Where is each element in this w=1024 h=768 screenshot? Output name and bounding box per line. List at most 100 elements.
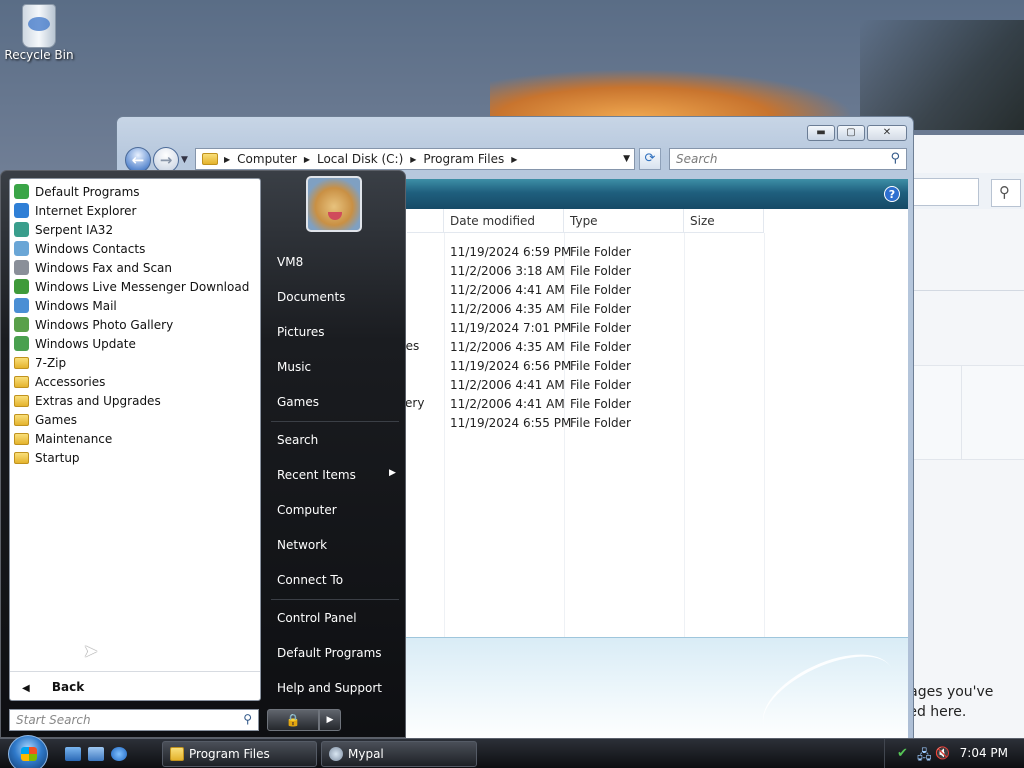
breadcrumb-local-disk[interactable]: Local Disk (C:)	[317, 152, 403, 166]
column-header-size[interactable]: Size	[684, 209, 764, 233]
program-item[interactable]: Windows Live Messenger Download	[14, 277, 249, 296]
program-label: Maintenance	[35, 431, 113, 446]
window-caption-buttons: ▬ ▢ ✕	[807, 125, 907, 141]
start-item-network[interactable]: Network	[277, 538, 327, 552]
recycle-bin-label: Recycle Bin	[4, 48, 74, 62]
program-label: Extras and Upgrades	[35, 393, 161, 408]
program-label: Games	[35, 412, 77, 427]
close-button[interactable]: ✕	[867, 125, 907, 141]
type-cell: File Folder	[570, 378, 631, 392]
refresh-icon[interactable]: ⟳	[639, 148, 661, 170]
start-search-input[interactable]: Start Search ⚲	[9, 709, 259, 731]
serpent-icon	[14, 222, 29, 237]
program-item[interactable]: Windows Photo Gallery	[14, 315, 173, 334]
program-item[interactable]: Accessories	[14, 372, 105, 391]
start-menu[interactable]: Default Programs Internet Explorer Serpent…	[0, 170, 406, 738]
shutdown-options-button[interactable]: ▶	[319, 709, 341, 731]
program-item[interactable]: Windows Contacts	[14, 239, 145, 258]
start-item-computer[interactable]: Computer	[277, 503, 337, 517]
back-button[interactable]: ◀ Back	[10, 671, 260, 701]
program-item[interactable]: 7-Zip	[14, 353, 66, 372]
date-modified-cell: 11/19/2024 6:56 PM	[450, 359, 572, 373]
start-item-games[interactable]: Games	[277, 395, 319, 409]
breadcrumb-separator-icon[interactable]: ▶	[304, 155, 310, 164]
start-item-help-support[interactable]: Help and Support	[277, 681, 382, 695]
program-item[interactable]: Serpent IA32	[14, 220, 113, 239]
switch-windows-icon[interactable]	[88, 747, 104, 761]
start-search-placeholder: Start Search	[16, 713, 91, 727]
user-avatar[interactable]	[306, 176, 362, 232]
windows-update-icon	[14, 336, 29, 351]
maximize-button[interactable]: ▢	[837, 125, 865, 141]
search-icon[interactable]: ⚲	[890, 151, 900, 166]
recycle-bin[interactable]: Recycle Bin	[4, 2, 74, 62]
program-item[interactable]: Extras and Upgrades	[14, 391, 161, 410]
start-item-recent[interactable]: Recent Items ▶	[277, 468, 397, 482]
breadcrumb-separator-icon[interactable]: ▶	[410, 155, 416, 164]
background-browser-window[interactable]: ⚲	[908, 135, 1024, 740]
address-bar[interactable]: ▶ Computer ▶ Local Disk (C:) ▶ Program F…	[195, 148, 635, 170]
explorer-search-input[interactable]: Search ⚲	[669, 148, 907, 170]
start-item-music[interactable]: Music	[277, 360, 311, 374]
browser-divider	[909, 290, 1024, 291]
start-item-user[interactable]: VM8	[277, 255, 303, 269]
program-item[interactable]: Games	[14, 410, 77, 429]
mouse-cursor-icon: ➤	[83, 641, 99, 662]
lock-button[interactable]: 🔒	[267, 709, 319, 731]
date-modified-cell: 11/2/2006 4:35 AM	[450, 340, 565, 354]
arrow-right-icon: ▶	[326, 715, 334, 725]
address-dropdown-icon[interactable]: ▼	[623, 154, 630, 164]
program-label: Internet Explorer	[35, 203, 137, 218]
folder-icon	[14, 451, 29, 464]
program-item[interactable]: Windows Update	[14, 334, 136, 353]
column-header-date[interactable]: Date modified	[444, 209, 564, 233]
taskbar-button-program-files[interactable]: Program Files	[162, 741, 317, 767]
wallpaper-trees	[860, 20, 1024, 130]
type-cell: File Folder	[570, 245, 631, 259]
start-orb-button[interactable]	[8, 735, 48, 768]
minimize-button[interactable]: ▬	[807, 125, 835, 141]
program-item[interactable]: Windows Fax and Scan	[14, 258, 172, 277]
volume-muted-icon[interactable]: 🔇	[935, 746, 950, 760]
start-item-pictures[interactable]: Pictures	[277, 325, 325, 339]
network-icon[interactable]: 🖧	[917, 746, 932, 768]
start-item-connect-to[interactable]: Connect To	[277, 573, 343, 587]
taskbar-button-mypal[interactable]: Mypal	[321, 741, 477, 767]
browser-tile[interactable]	[961, 365, 1024, 460]
start-item-documents[interactable]: Documents	[277, 290, 345, 304]
start-item-control-panel[interactable]: Control Panel	[277, 611, 357, 625]
program-item[interactable]: Maintenance	[14, 429, 112, 448]
start-separator	[271, 421, 399, 422]
program-label: Windows Fax and Scan	[35, 260, 173, 275]
program-label: Windows Contacts	[35, 241, 146, 256]
breadcrumb-separator-icon[interactable]: ▶	[511, 155, 517, 164]
start-item-search[interactable]: Search	[277, 433, 318, 447]
breadcrumb-program-files[interactable]: Program Files	[423, 152, 504, 166]
type-cell: File Folder	[570, 416, 631, 430]
column-header-name[interactable]	[407, 209, 444, 233]
program-item[interactable]: Windows Mail	[14, 296, 117, 315]
program-label: Windows Update	[35, 336, 136, 351]
internet-explorer-icon[interactable]	[111, 747, 127, 761]
breadcrumb-computer[interactable]: Computer	[237, 152, 297, 166]
clock[interactable]: 7:04 PM	[960, 746, 1008, 760]
program-item[interactable]: Default Programs	[14, 182, 140, 201]
recent-pages-dropdown-icon[interactable]: ▼	[181, 155, 188, 165]
program-item[interactable]: Internet Explorer	[14, 201, 136, 220]
safely-remove-icon[interactable]: ✔	[897, 746, 908, 761]
recycle-bin-icon	[22, 4, 56, 48]
search-icon[interactable]: ⚲	[991, 179, 1021, 207]
show-desktop-icon[interactable]	[65, 747, 81, 761]
search-icon[interactable]: ⚲	[243, 712, 252, 726]
recent-items-label: Recent Items	[277, 468, 356, 482]
type-cell: File Folder	[570, 321, 631, 335]
type-cell: File Folder	[570, 397, 631, 411]
breadcrumb-separator-icon[interactable]: ▶	[224, 155, 230, 164]
start-item-default-programs[interactable]: Default Programs	[277, 646, 382, 660]
column-header-type[interactable]: Type	[564, 209, 684, 233]
program-label: 7-Zip	[35, 355, 67, 370]
date-modified-cell: 11/19/2024 6:59 PM	[450, 245, 572, 259]
browser-search-box[interactable]	[909, 178, 979, 206]
program-item[interactable]: Startup	[14, 448, 80, 467]
help-icon[interactable]: ?	[884, 186, 900, 202]
